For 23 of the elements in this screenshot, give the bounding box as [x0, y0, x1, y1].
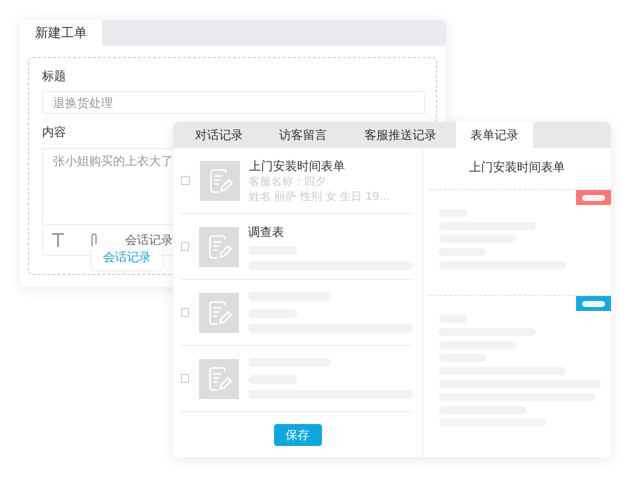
checkbox[interactable]: [181, 308, 189, 317]
content-label: 内容: [42, 124, 66, 140]
form-icon: [200, 160, 240, 200]
content-text: 张小姐购买的上衣大了: [53, 153, 173, 170]
tooltip: 会话记录: [92, 245, 162, 270]
form-icon: [199, 292, 239, 332]
checkbox[interactable]: [181, 374, 189, 383]
form-title: 上门安装时间表单: [248, 158, 346, 174]
preview-title: 上门安装时间表单: [468, 159, 566, 175]
checkbox[interactable]: [181, 176, 190, 185]
new-ticket-tab[interactable]: 新建工单: [20, 20, 102, 46]
form-title: 调查表: [248, 224, 285, 240]
records-tab[interactable]: 表单记录: [456, 122, 533, 148]
records-tab[interactable]: 访客留言: [261, 122, 345, 148]
checkbox[interactable]: [181, 242, 189, 251]
form-icon: [199, 226, 239, 266]
paperclip-icon[interactable]: [89, 232, 99, 248]
records-tab[interactable]: 客服推送记录: [345, 122, 456, 148]
form-icon: [199, 358, 239, 398]
text-format-icon[interactable]: [51, 232, 65, 248]
title-label: 标题: [42, 68, 66, 84]
records-tab[interactable]: 对话记录: [177, 122, 261, 148]
title-field[interactable]: 退换货处理: [42, 91, 425, 114]
